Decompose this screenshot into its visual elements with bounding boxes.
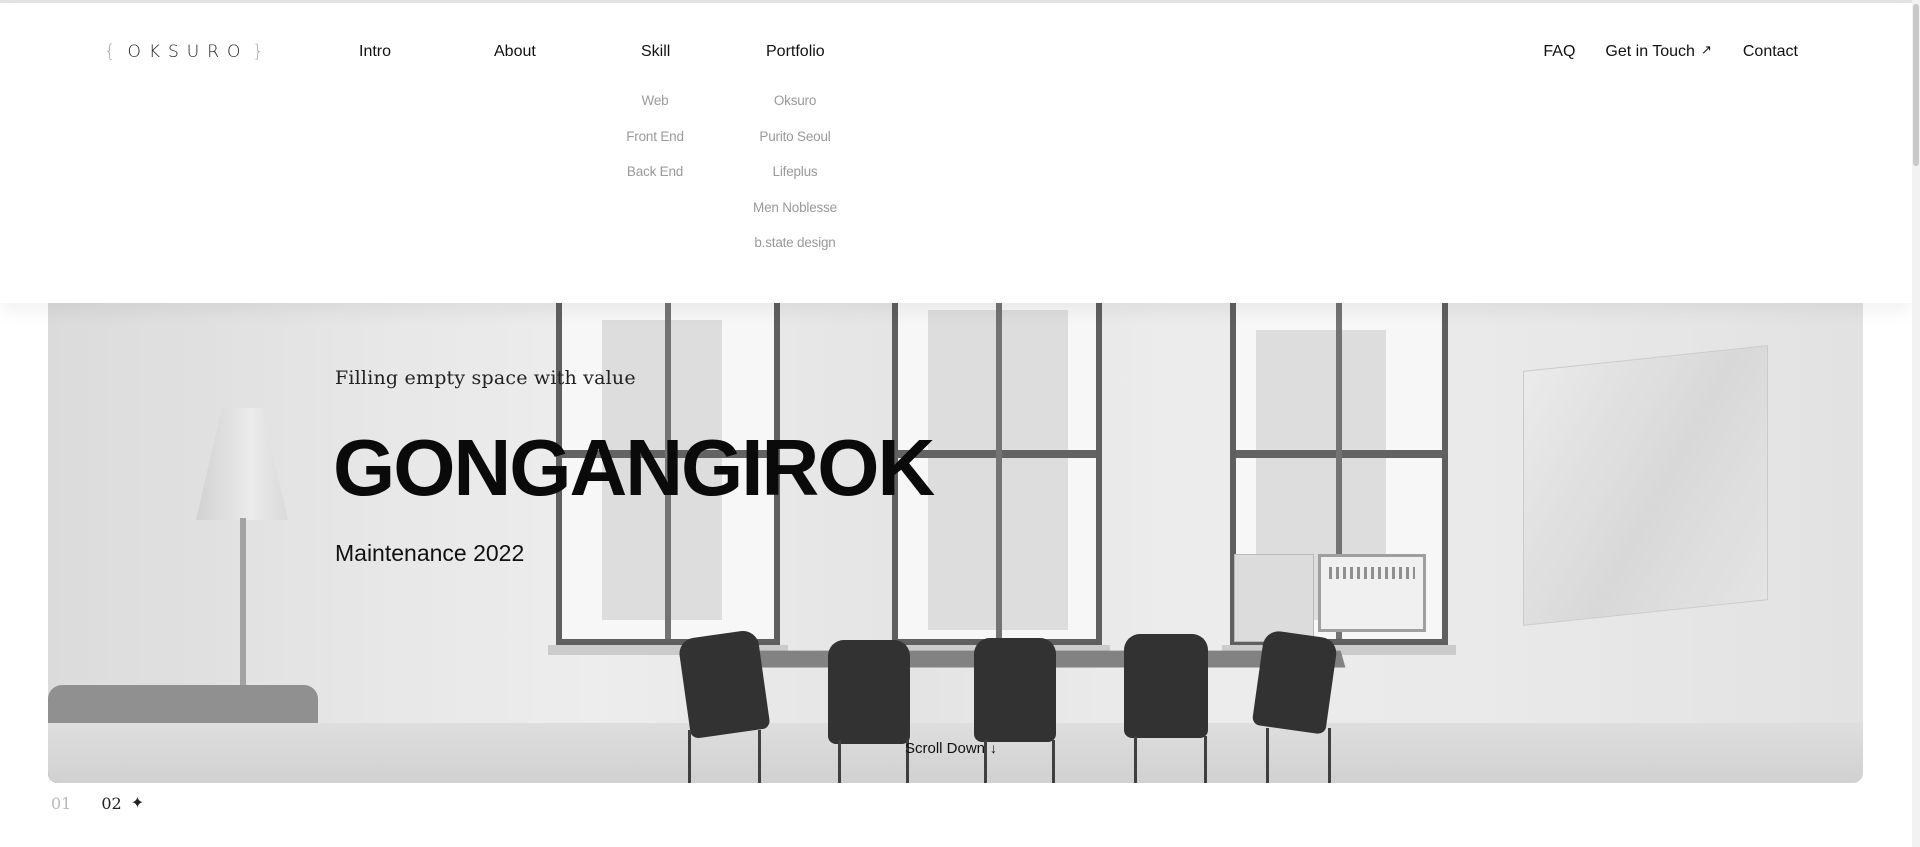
- nav-get-in-touch[interactable]: Get in Touch ↗: [1605, 42, 1712, 61]
- slide-pagination: 01 02 ✦: [51, 793, 144, 813]
- hero-overlay: [48, 300, 1863, 783]
- submenu-item-front-end[interactable]: Front End: [626, 127, 684, 163]
- submenu-item-purito-seoul[interactable]: Purito Seoul: [759, 127, 830, 163]
- nav-intro[interactable]: Intro: [359, 43, 391, 61]
- arrow-down-icon: ↓: [990, 740, 998, 756]
- submenu-item-back-end[interactable]: Back End: [627, 162, 683, 198]
- submenu-item-bstate-design[interactable]: b.state design: [754, 233, 835, 269]
- site-header: { OKSURO } Intro About Skill Portfolio W…: [0, 3, 1912, 303]
- nav-faq[interactable]: FAQ: [1543, 43, 1575, 61]
- scrollbar-thumb[interactable]: [1913, 4, 1919, 166]
- nav-about[interactable]: About: [494, 43, 536, 61]
- get-in-touch-label: Get in Touch: [1605, 43, 1695, 60]
- nav-contact[interactable]: Contact: [1743, 43, 1798, 61]
- submenu-item-men-noblesse[interactable]: Men Noblesse: [753, 198, 837, 234]
- logo-text: OKSURO: [127, 41, 249, 62]
- hero-image: [48, 300, 1863, 783]
- nav-portfolio[interactable]: Portfolio: [766, 43, 825, 61]
- submenu-item-lifeplus[interactable]: Lifeplus: [773, 162, 818, 198]
- submenu-item-web[interactable]: Web: [642, 91, 669, 127]
- portfolio-submenu: Oksuro Purito Seoul Lifeplus Men Nobless…: [745, 91, 845, 269]
- logo-brace-right: }: [252, 41, 264, 62]
- four-point-star-icon: ✦: [130, 795, 145, 812]
- hero-title: GONGANGIROK: [333, 423, 935, 512]
- nav-skill[interactable]: Skill: [641, 43, 670, 61]
- right-nav: FAQ Get in Touch ↗ Contact: [1543, 42, 1798, 61]
- skill-submenu: Web Front End Back End: [626, 91, 684, 198]
- page-02[interactable]: 02: [101, 794, 121, 813]
- scroll-down-label: Scroll Down: [905, 740, 986, 757]
- arrow-up-right-icon: ↗: [1700, 42, 1712, 57]
- hero-subtitle: Filling empty space with value: [335, 367, 636, 389]
- page-01[interactable]: 01: [51, 794, 71, 813]
- logo-brace-left: {: [104, 41, 116, 62]
- hero-caption: Maintenance 2022: [335, 540, 525, 566]
- scroll-down-link[interactable]: Scroll Down ↓: [905, 740, 997, 757]
- logo[interactable]: { OKSURO }: [104, 41, 264, 62]
- submenu-item-oksuro[interactable]: Oksuro: [774, 91, 817, 127]
